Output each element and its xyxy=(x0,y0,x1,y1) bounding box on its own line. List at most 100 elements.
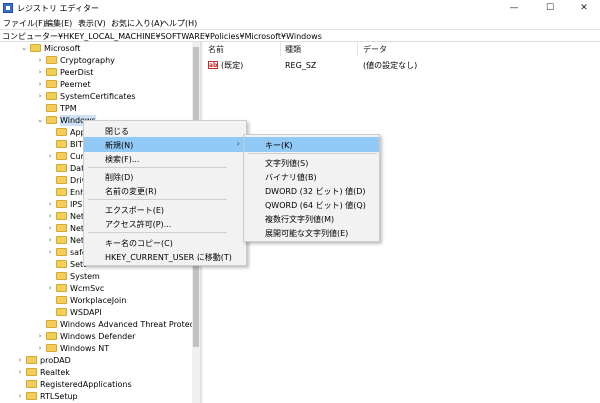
expander-icon[interactable]: › xyxy=(46,283,54,294)
folder-icon xyxy=(46,56,57,64)
expander-icon[interactable]: › xyxy=(16,367,24,378)
tree-item-label: IPS xyxy=(70,200,83,209)
menu-view[interactable]: 表示(V) xyxy=(78,18,106,29)
column-header-data[interactable]: データ xyxy=(363,44,387,55)
menu-item-export[interactable]: エクスポート(E) xyxy=(84,202,246,217)
menu-item-label: DWORD (32 ビット) 値(D) xyxy=(265,187,366,196)
folder-icon xyxy=(56,272,67,280)
menu-item-label: HKEY_CURRENT_USER に移動(T) xyxy=(105,253,232,262)
folder-icon xyxy=(56,164,67,172)
menu-separator xyxy=(88,167,227,168)
tree-item-label: RegisteredApplications xyxy=(40,380,132,389)
folder-icon xyxy=(56,284,67,292)
expander-icon[interactable]: › xyxy=(46,151,54,162)
expander-icon[interactable]: › xyxy=(36,91,44,102)
folder-icon xyxy=(26,368,37,376)
column-header-name[interactable]: 名前 xyxy=(208,44,224,55)
folder-icon xyxy=(26,392,37,400)
column-separator[interactable] xyxy=(357,42,358,56)
tree-item-label: Microsoft xyxy=(44,44,81,53)
tree-item-label: Realtek xyxy=(40,368,70,377)
close-button[interactable]: ✕ xyxy=(570,1,598,15)
expander-icon[interactable]: › xyxy=(16,391,24,402)
menu-item-label: 削除(D) xyxy=(105,173,134,182)
expander-icon[interactable]: › xyxy=(46,247,54,258)
folder-icon xyxy=(30,44,41,52)
column-header-type[interactable]: 種類 xyxy=(285,44,301,55)
folder-icon xyxy=(56,308,67,316)
menu-separator xyxy=(88,232,227,233)
expander-icon[interactable]: ⌄ xyxy=(20,43,28,54)
tree-item-label: Peernet xyxy=(60,80,91,89)
tree-item-label: WorkplaceJoin xyxy=(70,296,127,305)
tree-item-label: Net xyxy=(70,212,85,221)
expander-icon[interactable]: › xyxy=(36,79,44,90)
folder-icon xyxy=(46,344,57,352)
tree-item-label: proDAD xyxy=(40,356,71,365)
column-separator[interactable] xyxy=(280,42,281,56)
submenu-item-string[interactable]: 文字列値(S) xyxy=(244,155,379,170)
expander-icon[interactable]: › xyxy=(36,331,44,342)
expander-icon[interactable]: › xyxy=(36,343,44,354)
folder-icon xyxy=(46,92,57,100)
menu-item-new[interactable]: 新規(N) › xyxy=(84,137,246,152)
submenu-item-dword[interactable]: DWORD (32 ビット) 値(D) xyxy=(244,183,379,198)
maximize-button[interactable]: ☐ xyxy=(536,1,564,15)
expander-icon[interactable]: › xyxy=(46,235,54,246)
minimize-button[interactable]: — xyxy=(500,1,528,15)
expander-icon[interactable]: › xyxy=(46,199,54,210)
menu-item-label: 展開可能な文字列値(E) xyxy=(265,229,349,238)
submenu-item-binary[interactable]: バイナリ値(B) xyxy=(244,169,379,184)
tree-item-label: Cur xyxy=(70,152,84,161)
tree-item-label: WSDAPI xyxy=(70,308,102,317)
menu-help[interactable]: ヘルプ(H) xyxy=(161,18,197,29)
folder-icon xyxy=(46,80,57,88)
menu-item-find[interactable]: 検索(F)... xyxy=(84,151,246,166)
menu-item-goto-hkcu[interactable]: HKEY_CURRENT_USER に移動(T) xyxy=(84,249,246,264)
menu-separator xyxy=(88,199,227,200)
menu-edit[interactable]: 編集(E) xyxy=(45,18,72,29)
expander-icon[interactable]: › xyxy=(46,223,54,234)
menu-item-label: 閉じる xyxy=(105,127,129,136)
address-path[interactable]: コンピューター¥HKEY_LOCAL_MACHINE¥SOFTWARE¥Poli… xyxy=(2,31,322,42)
menu-item-permissions[interactable]: アクセス許可(P)... xyxy=(84,216,246,231)
tree-item-label: Cryptography xyxy=(60,56,115,65)
submenu-item-key[interactable]: キー(K) xyxy=(244,137,379,152)
expander-icon[interactable]: › xyxy=(46,211,54,222)
folder-icon xyxy=(46,332,57,340)
address-bar[interactable]: コンピューター¥HKEY_LOCAL_MACHINE¥SOFTWARE¥Poli… xyxy=(0,29,600,42)
folder-icon xyxy=(56,152,67,160)
menu-file[interactable]: ファイル(F) xyxy=(3,18,46,29)
submenu-item-qword[interactable]: QWORD (64 ビット) 値(Q) xyxy=(244,197,379,212)
expander-icon[interactable]: › xyxy=(16,355,24,366)
menu-item-delete[interactable]: 削除(D) xyxy=(84,169,246,184)
menu-item-label: 検索(F)... xyxy=(105,155,140,164)
tree-item-label: SystemCertificates xyxy=(60,92,136,101)
tree-item-label: Windows Defender xyxy=(60,332,136,341)
registry-editor-icon xyxy=(3,3,13,13)
folder-icon xyxy=(46,116,57,124)
folder-icon xyxy=(56,296,67,304)
value-row[interactable]: ab (既定) REG_SZ (値の設定なし) xyxy=(203,60,600,71)
folder-icon xyxy=(46,320,57,328)
folder-icon xyxy=(56,212,67,220)
folder-icon xyxy=(56,260,67,268)
tree-item-label: Windows Advanced Threat Protection xyxy=(60,320,192,329)
menu-item-label: 名前の変更(R) xyxy=(105,187,157,196)
expander-icon[interactable]: › xyxy=(36,55,44,66)
folder-icon xyxy=(56,200,67,208)
menu-separator xyxy=(248,153,377,154)
menu-item-copy-key-name[interactable]: キー名のコピー(C) xyxy=(84,235,246,250)
tree-item-label: PeerDist xyxy=(60,68,94,77)
menu-item-close[interactable]: 閉じる xyxy=(84,123,246,138)
submenu-item-multi-string[interactable]: 複数行文字列値(M) xyxy=(244,211,379,226)
menu-item-rename[interactable]: 名前の変更(R) xyxy=(84,183,246,198)
value-type: REG_SZ xyxy=(285,61,317,70)
expander-icon[interactable]: › xyxy=(36,67,44,78)
expander-icon[interactable]: ⌄ xyxy=(36,115,44,126)
menu-favorites[interactable]: お気に入り(A) xyxy=(111,18,163,29)
submenu-item-expandable-string[interactable]: 展開可能な文字列値(E) xyxy=(244,225,379,240)
context-menu: 閉じる 新規(N) › 検索(F)... 削除(D) 名前の変更(R) エクスポー… xyxy=(83,120,247,266)
submenu-arrow-icon: › xyxy=(236,139,240,148)
tree-item-label: RTLSetup xyxy=(40,392,78,401)
